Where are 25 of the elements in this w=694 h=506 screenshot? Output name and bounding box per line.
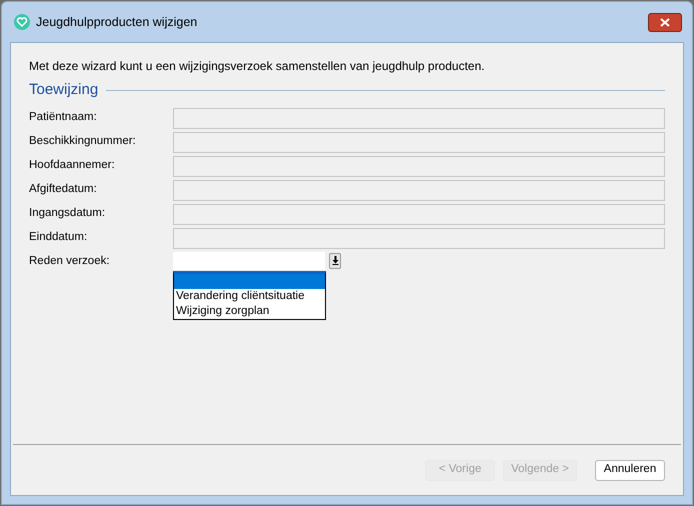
intro-text: Met deze wizard kunt u een wijzigingsverzoek samenstellen van jeugdhulp producten. xyxy=(29,58,486,75)
close-button[interactable] xyxy=(648,12,682,32)
field-label: Einddatum: xyxy=(29,230,88,246)
field-label: Afgiftedatum: xyxy=(29,182,98,198)
dropdown-option[interactable]: Verandering cliëntsituatie xyxy=(174,288,325,304)
dropdown-button[interactable] xyxy=(329,252,341,268)
down-arrow-icon xyxy=(332,256,338,265)
text-field[interactable] xyxy=(173,204,665,224)
field-label: Reden verzoek: xyxy=(29,254,111,268)
section-title: Toewijzing xyxy=(29,80,98,100)
text-field[interactable] xyxy=(173,156,665,176)
close-icon xyxy=(660,18,670,26)
text-field[interactable] xyxy=(173,108,665,128)
dropdown-option[interactable] xyxy=(174,274,325,288)
text-field[interactable] xyxy=(173,180,665,200)
dropdown-option[interactable]: Wijziging zorgplan xyxy=(174,304,325,318)
heart-icon xyxy=(14,14,30,30)
wizard-button[interactable]: Annuleren xyxy=(595,460,665,480)
text-field[interactable] xyxy=(173,132,665,152)
field-label: Beschikkingnummer: xyxy=(29,134,137,150)
window-title: Jeugdhulpproducten wijzigen xyxy=(36,14,198,31)
field-label: Patiëntnaam: xyxy=(29,110,98,126)
field-label: Ingangsdatum: xyxy=(29,206,106,222)
field-label: Hoofdaannemer: xyxy=(29,158,116,174)
text-field[interactable] xyxy=(173,228,665,248)
